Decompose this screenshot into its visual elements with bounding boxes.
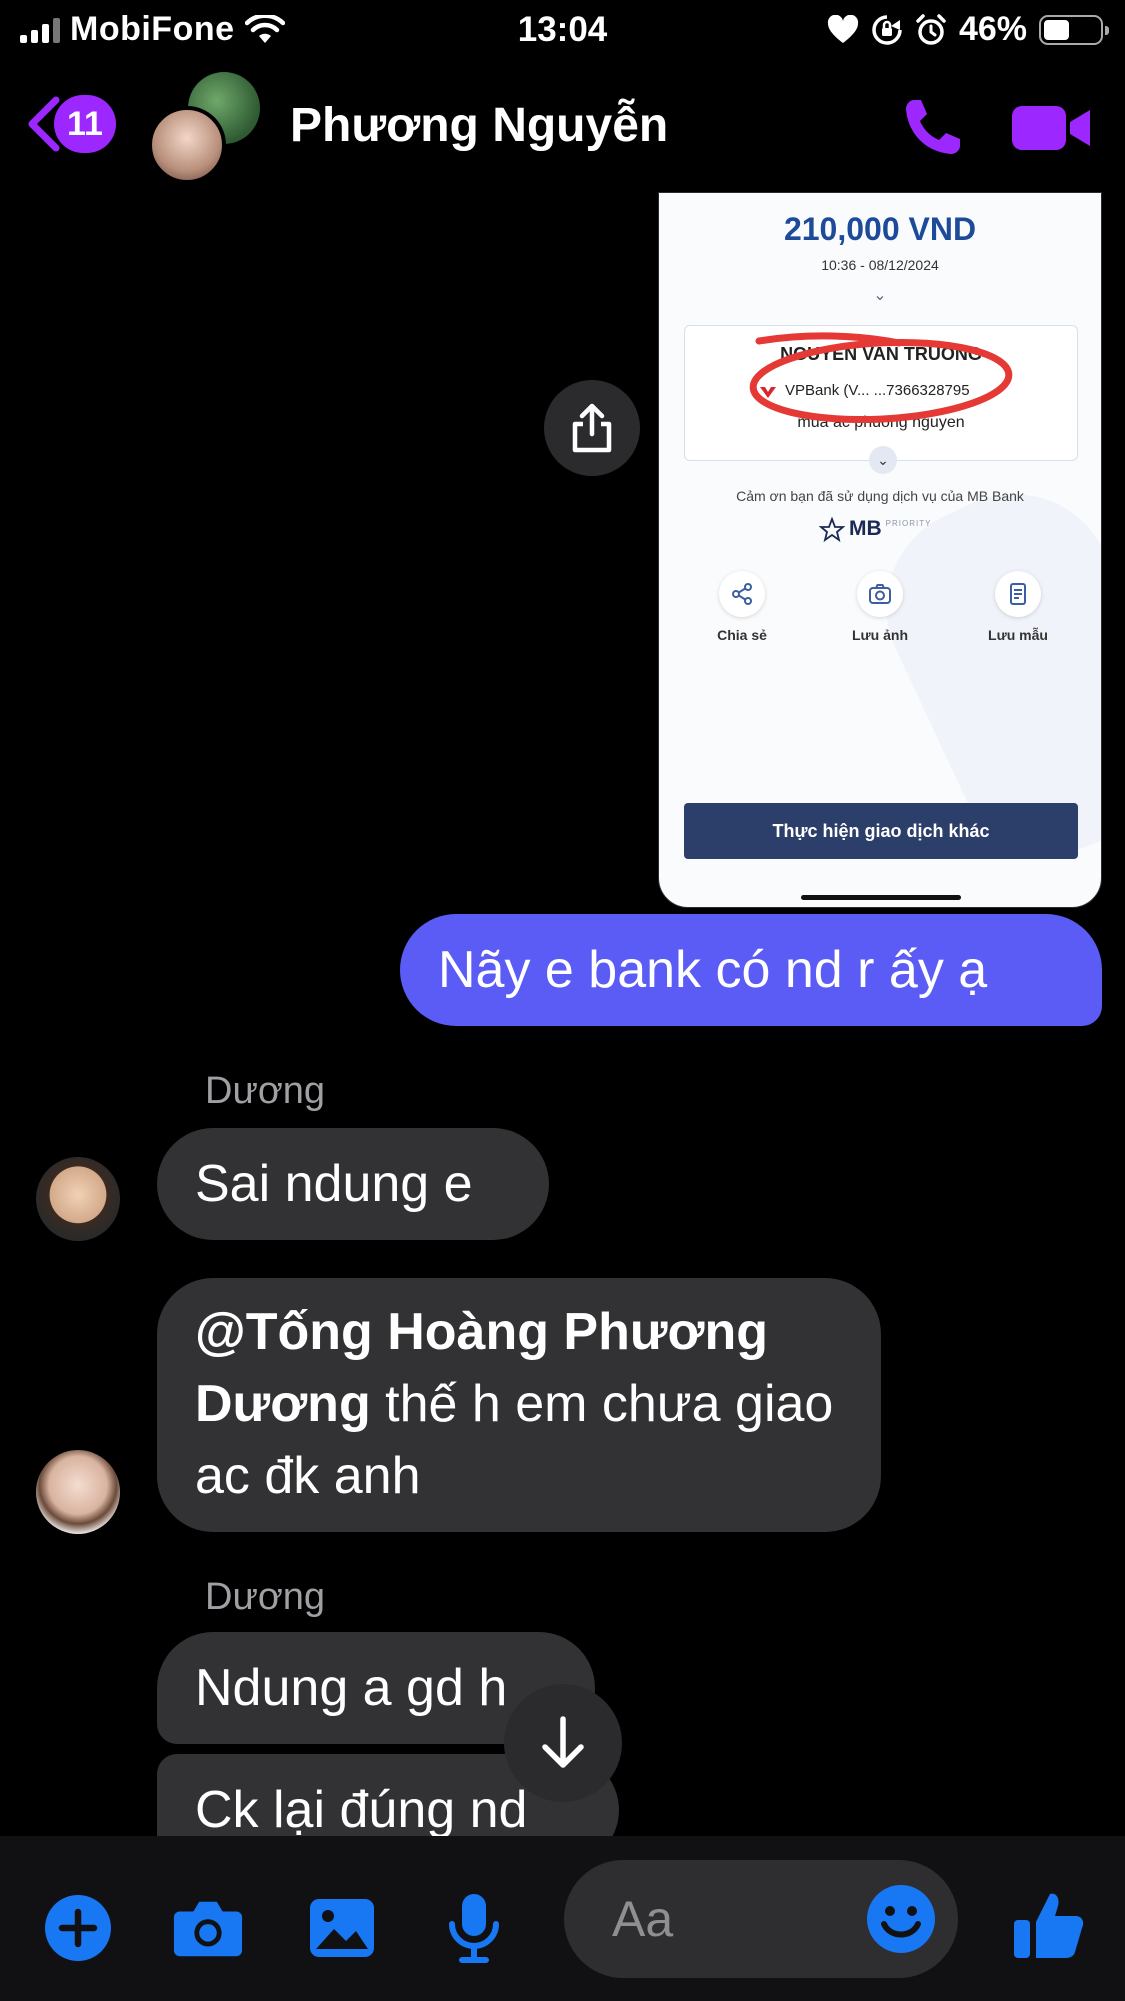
incoming-message[interactable]: Sai ndung e [157, 1128, 549, 1240]
message-input[interactable]: Aa [564, 1860, 958, 1978]
status-bar: MobiFone 13:04 46% [0, 0, 1125, 64]
scroll-to-bottom-button[interactable] [504, 1684, 622, 1802]
document-icon [995, 571, 1041, 617]
camera-icon [173, 1901, 243, 1957]
thank-you-text: Cảm ơn bạn đã sử dụng dịch vụ của MB Ban… [736, 488, 1024, 504]
unread-badge: 11 [54, 95, 116, 153]
plus-icon [45, 1895, 111, 1961]
camera-icon [857, 571, 903, 617]
contact-name[interactable]: Phương Nguyễn [290, 98, 668, 153]
receipt-actions: Chia sẻ Lưu ảnh Lưu mẫu [659, 571, 1101, 643]
battery-icon [1039, 14, 1109, 45]
image-icon [310, 1899, 374, 1957]
avatar[interactable] [36, 1450, 120, 1534]
mb-logo-sub: PRIORITY [885, 519, 932, 528]
action-label: Chia sẻ [717, 627, 767, 643]
composer-bar: Aa [0, 1836, 1125, 2001]
mb-logo-text: MB [849, 517, 882, 540]
emoji-icon[interactable] [866, 1884, 936, 1954]
action-label: Lưu ảnh [851, 627, 909, 643]
camera-button[interactable] [172, 1892, 244, 1964]
incoming-message[interactable]: @Tống Hoàng Phương Dương thế h em chưa g… [157, 1278, 881, 1532]
shared-image[interactable]: 210,000 VND 10:36 - 08/12/2024 ⌄ NGUYEN … [658, 192, 1102, 908]
sender-name: Dương [205, 1576, 326, 1618]
share-button[interactable] [544, 380, 640, 476]
outgoing-message[interactable]: Nãy e bank có nd r ấy ạ [400, 914, 1102, 1026]
alarm-icon [916, 13, 946, 45]
thumbs-up-icon [1014, 1893, 1084, 1958]
conversation-header: 11 Phương Nguyễn [0, 64, 1125, 192]
heart-icon [827, 14, 858, 43]
back-button[interactable]: 11 [24, 94, 116, 154]
group-avatar[interactable] [148, 72, 260, 184]
microphone-icon [449, 1894, 499, 1963]
arrow-down-icon [542, 1716, 584, 1768]
home-indicator [801, 895, 961, 900]
new-transaction-button: Thực hiện giao dịch khác [684, 803, 1078, 859]
input-placeholder: Aa [612, 1891, 674, 1947]
video-camera-icon[interactable] [1010, 100, 1092, 156]
star-icon [819, 517, 845, 543]
share-action: Chia sẻ [687, 571, 797, 643]
red-scribble-annotation [749, 332, 1013, 424]
plus-button[interactable] [42, 1892, 114, 1964]
save-photo-action: Lưu ảnh [825, 571, 935, 643]
share-icon [572, 403, 612, 453]
avatar [148, 106, 226, 184]
mb-bank-logo: MB PRIORITY [819, 517, 931, 543]
share-nodes-icon [719, 571, 765, 617]
sender-name: Dương [205, 1070, 326, 1112]
action-label: Lưu mẫu [988, 627, 1048, 643]
voice-button[interactable] [438, 1892, 510, 1964]
phone-icon[interactable] [900, 94, 966, 160]
like-button[interactable] [1010, 1886, 1088, 1964]
rotation-lock-icon [872, 14, 902, 45]
avatar[interactable] [36, 1157, 120, 1241]
save-template-action: Lưu mẫu [963, 571, 1073, 643]
battery-percent: 46% [958, 10, 1027, 48]
status-right: 46% [827, 10, 1109, 49]
gallery-button[interactable] [306, 1892, 378, 1964]
